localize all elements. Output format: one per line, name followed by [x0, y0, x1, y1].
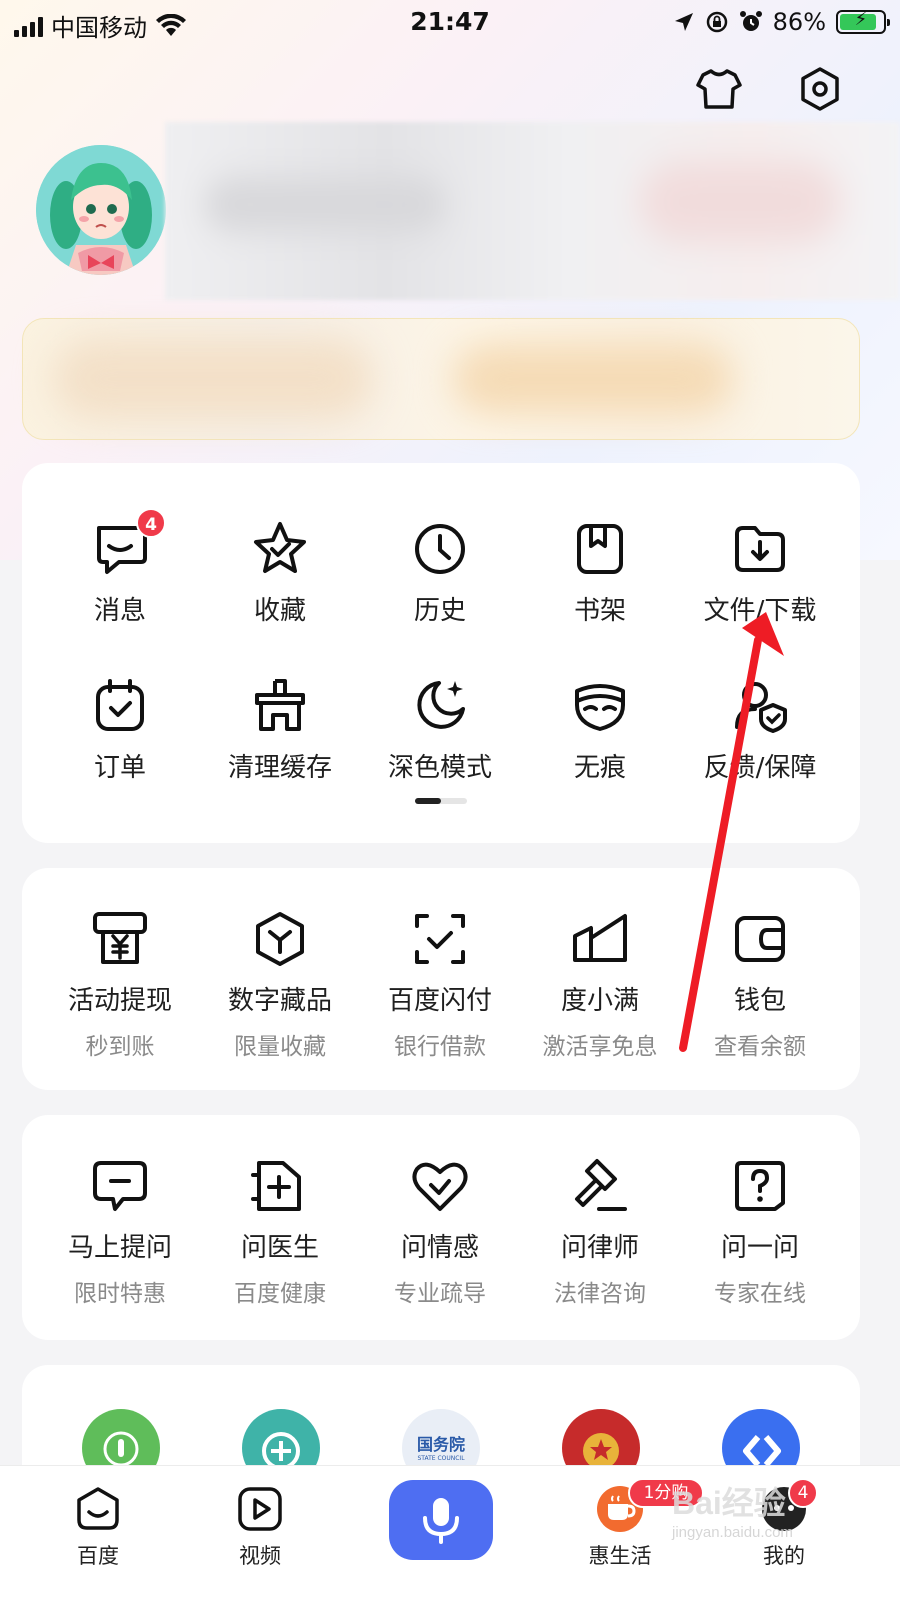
menu-item-message[interactable]: 4 消息: [36, 508, 204, 627]
menu-grid-card: 4 消息 收藏 历史 书架 文件/下载 订单 清理缓存 深色模式 无痕 反馈/保…: [22, 463, 860, 843]
menu-item-label: 文件/下载: [703, 596, 817, 626]
consult-item-label: 问情感: [400, 1233, 479, 1263]
consult-item-subtitle: 百度健康: [234, 1281, 326, 1307]
tab-label: 百度: [77, 1544, 119, 1568]
finance-item-subtitle: 查看余额: [714, 1034, 806, 1060]
consult-item-label: 问一问: [720, 1233, 799, 1263]
doctor-icon: [251, 1161, 301, 1211]
consult-item-label: 马上提问: [67, 1233, 172, 1263]
consult-item-subtitle: 专业疏导: [394, 1281, 486, 1307]
menu-item-history[interactable]: 历史: [356, 518, 524, 627]
finance-item-label: 钱包: [733, 986, 786, 1016]
consult-item-lawyer[interactable]: 问律师 法律咨询: [516, 1155, 684, 1308]
duxiaoman-icon: [573, 914, 627, 962]
mask-icon: [575, 684, 625, 731]
finance-item-label: 百度闪付: [387, 986, 492, 1016]
menu-item-label: 消息: [93, 596, 146, 626]
baidu-jingyan-watermark: Bai经验 jingyan.baidu.com: [672, 1485, 793, 1541]
finance-item-label: 数字藏品: [227, 986, 332, 1016]
tab-label: 我的: [763, 1544, 805, 1568]
voice-search-button[interactable]: [389, 1480, 493, 1560]
avatar[interactable]: [36, 145, 166, 275]
consult-item-expert[interactable]: 问一问 专家在线: [676, 1155, 844, 1308]
tab-video[interactable]: 视频: [200, 1484, 320, 1570]
folder-download-icon: [735, 526, 785, 572]
menu-item-files-download[interactable]: 文件/下载: [676, 518, 844, 627]
finance-item-subtitle: 限量收藏: [234, 1034, 326, 1060]
tab-hui-life[interactable]: 惠生活 1分购: [560, 1478, 704, 1570]
finance-item-wallet[interactable]: 钱包 查看余额: [676, 908, 844, 1061]
video-play-icon: [238, 1487, 282, 1531]
tab-label: 惠生活: [588, 1544, 652, 1568]
consult-card: 马上提问 限时特惠 问医生 百度健康 问情感 专业疏导 问律师 法律咨询 问一问…: [22, 1115, 860, 1340]
finance-item-label: 度小满: [560, 986, 639, 1016]
consult-item-label: 问医生: [240, 1233, 319, 1263]
finance-card: 活动提现 秒到账 数字藏品 限量收藏 百度闪付 银行借款 度小满 激活享免息 钱…: [22, 868, 860, 1090]
finance-item-duxiaoman[interactable]: 度小满 激活享免息: [516, 908, 684, 1061]
baidu-home-icon: [77, 1487, 119, 1530]
consult-item-subtitle: 限时特惠: [74, 1281, 166, 1307]
menu-item-label: 深色模式: [387, 753, 492, 783]
consult-item-doctor[interactable]: 问医生 百度健康: [196, 1155, 364, 1308]
menu-item-favorites[interactable]: 收藏: [196, 518, 364, 627]
message-badge: 4: [136, 508, 166, 538]
consult-item-subtitle: 法律咨询: [554, 1281, 646, 1307]
blurred-profile-info: [165, 122, 900, 300]
menu-item-dark-mode[interactable]: 深色模式: [356, 675, 524, 784]
flash-pay-icon: [415, 914, 465, 964]
location-arrow-icon: [674, 13, 693, 31]
consult-item-subtitle: 专家在线: [714, 1281, 806, 1307]
consult-item-emotion[interactable]: 问情感 专业疏导: [356, 1155, 524, 1308]
clean-cache-icon: [255, 679, 305, 731]
alarm-icon: [739, 11, 762, 31]
status-bar: 中国移动 21:47 86% ⚡: [0, 0, 900, 46]
menu-item-label: 反馈/保障: [703, 753, 817, 783]
menu-item-label: 清理缓存: [227, 753, 332, 783]
bookshelf-icon: [577, 524, 623, 574]
digital-collectible-icon: [256, 912, 304, 966]
finance-item-flash-pay[interactable]: 百度闪付 银行借款: [356, 908, 524, 1061]
menu-item-label: 历史: [413, 596, 466, 626]
menu-item-label: 书架: [573, 596, 626, 626]
menu-item-orders[interactable]: 订单: [36, 675, 204, 784]
battery-icon: ⚡: [836, 9, 890, 34]
question-icon: [735, 1161, 785, 1211]
gavel-icon: [575, 1159, 627, 1211]
feedback-shield-icon: [735, 682, 787, 733]
state-council-sub: STATE COUNCIL: [417, 1455, 465, 1462]
moon-icon: [417, 681, 465, 729]
menu-item-label: 订单: [93, 753, 146, 783]
blurred-member-banner[interactable]: [22, 318, 860, 440]
menu-item-clean-cache[interactable]: 清理缓存: [196, 675, 364, 784]
page-indicator: [415, 798, 467, 804]
consult-item-label: 问律师: [560, 1233, 639, 1263]
finance-item-subtitle: 激活享免息: [542, 1034, 658, 1060]
finance-item-subtitle: 秒到账: [85, 1034, 155, 1060]
menu-item-label: 收藏: [253, 596, 306, 626]
consult-item-ask-now[interactable]: 马上提问 限时特惠: [36, 1155, 204, 1308]
ask-bubble-icon: [93, 1161, 147, 1211]
skin-tshirt-icon[interactable]: [694, 64, 744, 114]
finance-item-subtitle: 银行借款: [394, 1034, 486, 1060]
finance-item-digital-collectible[interactable]: 数字藏品 限量收藏: [196, 908, 364, 1061]
orientation-lock-icon: [706, 11, 727, 33]
clock-icon: [415, 524, 465, 574]
tab-label: 视频: [239, 1544, 281, 1568]
finance-item-cash-withdraw[interactable]: 活动提现 秒到账: [36, 908, 204, 1061]
menu-item-label: 无痕: [573, 753, 626, 783]
finance-item-label: 活动提现: [67, 986, 172, 1016]
star-icon: [254, 522, 306, 573]
order-calendar-icon: [96, 679, 144, 731]
menu-item-incognito[interactable]: 无痕: [516, 675, 684, 784]
tab-baidu[interactable]: 百度: [38, 1484, 158, 1570]
menu-item-bookshelf[interactable]: 书架: [516, 518, 684, 627]
menu-item-feedback[interactable]: 反馈/保障: [676, 675, 844, 784]
wallet-icon: [735, 916, 785, 962]
battery-percentage: 86%: [772, 8, 826, 36]
settings-gear-icon[interactable]: [795, 64, 845, 114]
heart-icon: [412, 1162, 468, 1211]
microphone-icon: [423, 1498, 459, 1544]
state-council-label: 国务院: [416, 1435, 465, 1454]
cash-withdraw-icon: [93, 912, 147, 964]
